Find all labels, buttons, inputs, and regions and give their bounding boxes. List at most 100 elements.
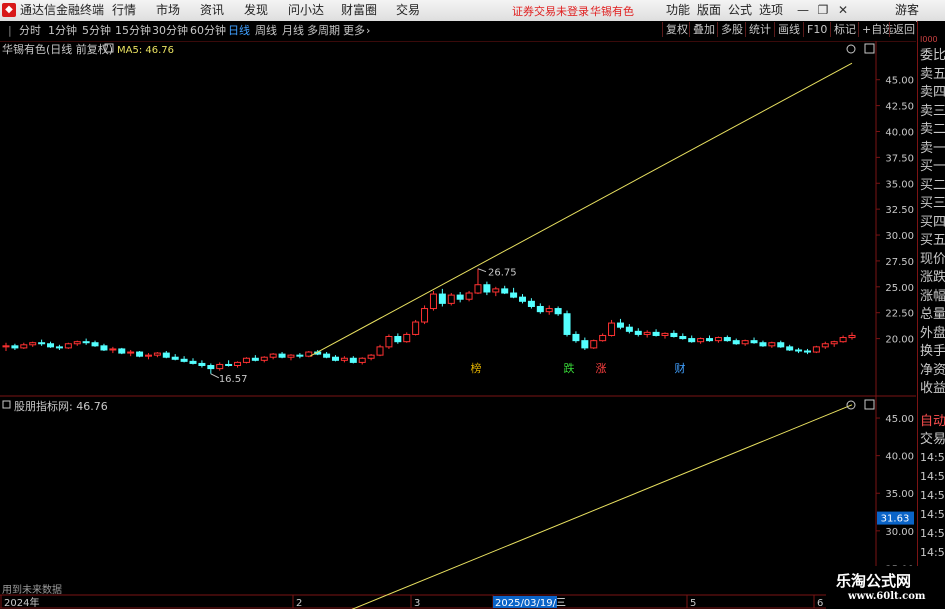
candle-down [323,353,331,358]
menu-quotes[interactable]: 行情 [112,3,136,18]
candle-down [38,342,46,345]
high-price-label: 26.75 [488,268,517,279]
candle-up [821,343,829,348]
sidebar-trade-time: 14:56 [920,527,945,540]
candle-down [82,341,90,344]
main-price-tick-label: 42.50 [885,102,914,113]
close-icon[interactable]: ✕ [835,2,851,18]
minimize-icon[interactable]: — [795,2,811,18]
candle-up [242,357,250,363]
candlestick-series [2,268,856,374]
restore-icon[interactable]: ❐ [815,2,831,18]
menu-market[interactable]: 市场 [156,3,180,18]
candle-up [260,356,268,361]
menu-discover[interactable]: 发现 [244,3,268,18]
candle-down [777,342,785,348]
sub-maximize-icon[interactable] [864,399,875,410]
overlay-button[interactable]: 叠加 [689,22,718,37]
statistics-button[interactable]: 统计 [745,22,774,37]
event-marker-3: 涨 [596,362,607,375]
sidebar-field-4: 卖三 [920,103,945,119]
maximize-panel-icon[interactable] [864,43,875,54]
candle-up [429,293,437,310]
candle-down [732,340,740,345]
menu-functions[interactable]: 功能 [666,3,690,18]
candle-up [741,340,749,345]
menu-trade[interactable]: 交易 [396,3,420,18]
draw-line-button[interactable]: 画线 [774,22,803,37]
watermark-url: www.60lt.com [848,591,926,602]
period-60min[interactable]: 60分钟 [190,23,226,38]
sidebar-field-10: 买四 [920,214,945,230]
candle-down [189,360,197,364]
menu-news[interactable]: 资讯 [200,3,224,18]
period-15min[interactable]: 15分钟 [115,23,151,38]
toolbar-grip-icon: | [8,24,12,37]
sidebar-trade-time: 14:56 [920,546,945,559]
period-toolbar: | 分时 1分钟 5分钟 15分钟 30分钟 60分钟 日线 周线 月线 多周期… [0,21,916,42]
login-notice[interactable]: 证券交易未登录 [512,4,589,19]
main-price-tick-label: 37.50 [885,153,914,164]
menu-wealth-circle[interactable]: 财富圈 [341,3,377,18]
sidebar-field-6: 卖一 [920,140,945,156]
period-daily[interactable]: 日线 [228,23,250,38]
candle-down [100,345,108,351]
candle-up [340,357,348,361]
adjust-button[interactable]: 复权 [662,22,691,37]
menu-options[interactable]: 选项 [759,3,783,18]
candle-up [608,322,616,336]
more-chevron-icon[interactable]: › [366,23,370,38]
multi-stock-button[interactable]: 多股 [717,22,746,37]
period-intraday[interactable]: 分时 [19,23,41,38]
kline-chart[interactable]: 45.00 42.50 40.00 37.50 35.00 32.50 30.00 27.50… [0,41,917,609]
candle-up [768,342,776,347]
sub-panel-title: 股朋指标网: 46.76 [14,399,108,413]
candle-down [688,338,696,343]
period-5min[interactable]: 5分钟 [82,23,111,38]
low-price-label: 16.57 [219,374,248,385]
candle-up [385,336,393,348]
title-bar: ◆ 通达信金融终端 行情 市场 资讯 发现 问小达 财富圈 交易 证券交易未登录… [0,0,945,22]
period-30min[interactable]: 30分钟 [152,23,188,38]
quote-sidebar: I000 委比 卖五 卖四 卖三 卖二 卖一 买一 买二 买三 买四 买五 现价 涨跌 涨幅 总量 外盘 换手 净资… [917,21,945,609]
sidebar-field-17: 换手 [920,344,945,359]
candle-down [225,363,233,367]
candle-up [447,294,455,304]
period-more[interactable]: 更多 [343,23,365,38]
menu-layout[interactable]: 版面 [697,3,721,18]
sidebar-field-7: 买一 [920,159,945,174]
menu-formula[interactable]: 公式 [728,3,752,18]
candle-down [563,313,571,335]
main-price-tick-label: 35.00 [885,179,914,190]
menu-assistant[interactable]: 问小达 [288,3,324,18]
period-monthly[interactable]: 月线 [282,23,304,38]
main-price-tick-label: 27.50 [885,257,914,268]
settings-icon[interactable] [846,44,856,54]
sidebar-field-12: 现价 [920,251,945,267]
sidebar-field-14: 涨幅 [920,288,945,304]
period-1min[interactable]: 1分钟 [48,23,77,38]
main-price-tick-label: 45.00 [885,76,914,87]
period-multi[interactable]: 多周期 [307,23,340,38]
period-weekly[interactable]: 周线 [255,23,277,38]
back-button[interactable]: 返回 [889,22,918,37]
candle-down [554,308,562,315]
f10-button[interactable]: F10 [803,22,830,37]
candle-down [634,330,642,335]
candle-down [581,340,589,349]
candle-down [527,300,535,307]
sidebar-field-2: 卖五 [920,66,945,82]
main-price-tick-label: 20.00 [885,335,914,346]
watermark-title: 乐淘公式网 [836,572,912,590]
guest-label[interactable]: 游客 [895,3,919,18]
candle-up [812,346,820,353]
sidebar-auto-label[interactable]: 自动 [920,413,945,430]
candle-down [616,322,624,328]
candle-down [670,332,678,338]
candle-down [438,293,446,304]
candle-down [795,349,803,352]
sub-collapse-icon[interactable] [2,400,11,409]
cursor-date-label: 2025/03/19/三 [495,598,566,609]
future-data-note: 用到未来数据 [2,583,62,596]
mark-button[interactable]: 标记 [830,22,859,37]
